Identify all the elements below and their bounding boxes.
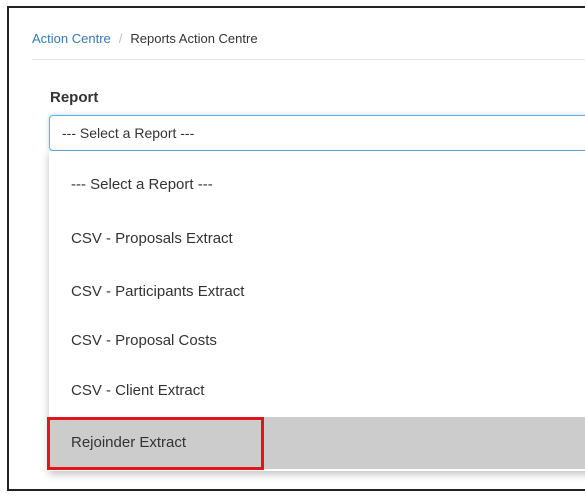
dropdown-option-proposal-costs[interactable]: CSV - Proposal Costs — [49, 317, 585, 365]
report-select-value: --- Select a Report --- — [62, 125, 195, 141]
dropdown-option-select-report[interactable]: --- Select a Report --- — [49, 161, 585, 209]
breadcrumb-current: Reports Action Centre — [130, 31, 258, 46]
header-divider — [32, 59, 585, 60]
breadcrumb: Action Centre / Reports Action Centre — [32, 31, 258, 46]
dropdown-option-rejoinder-extract[interactable]: Rejoinder Extract — [49, 417, 585, 469]
report-dropdown-list: --- Select a Report --- CSV - Proposals … — [49, 151, 585, 471]
dropdown-option-client-extract[interactable]: CSV - Client Extract — [49, 367, 585, 415]
dropdown-option-proposals-extract[interactable]: CSV - Proposals Extract — [49, 215, 585, 263]
breadcrumb-link-action-centre[interactable]: Action Centre — [32, 31, 111, 46]
report-field-label: Report — [50, 89, 99, 106]
report-select[interactable]: --- Select a Report --- — [49, 115, 585, 151]
breadcrumb-separator: / — [118, 31, 123, 46]
dropdown-option-participants-extract[interactable]: CSV - Participants Extract — [49, 268, 585, 316]
